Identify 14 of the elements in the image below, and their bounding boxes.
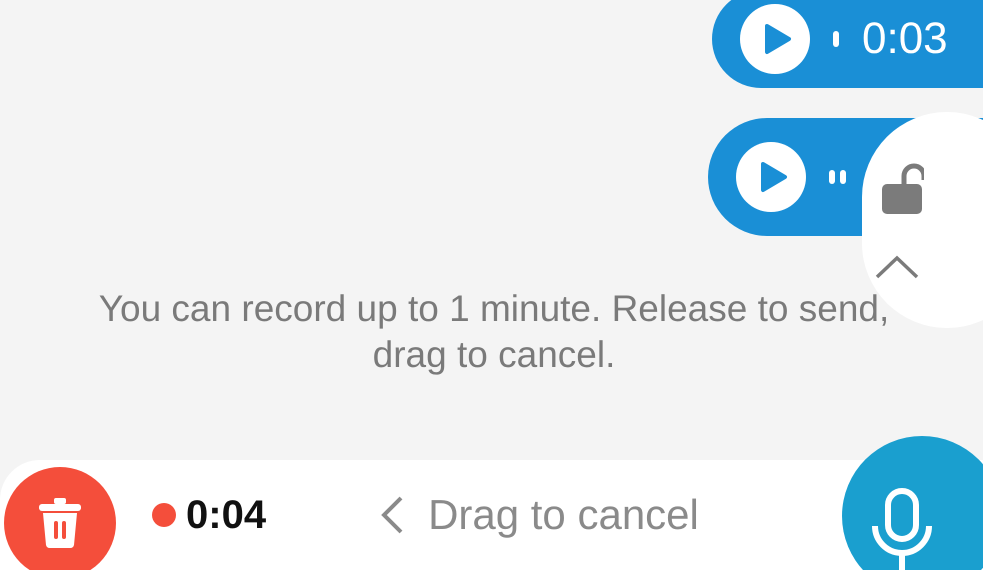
waveform-icon <box>828 169 848 185</box>
play-button[interactable] <box>736 142 806 212</box>
hint-text: You can record up to 1 minute. Release to send, drag to cancel. <box>98 287 890 377</box>
drag-to-cancel-text: Drag to cancel <box>428 494 699 536</box>
microphone-icon <box>870 488 934 570</box>
chevron-left-icon <box>380 495 404 535</box>
recording-timer: 0:04 <box>186 495 266 535</box>
duration-text: 0:03 <box>862 17 948 61</box>
recording-dot-icon <box>152 503 176 527</box>
trash-icon <box>37 497 83 549</box>
waveform-icon <box>832 30 840 48</box>
chevron-up-icon <box>874 254 920 280</box>
unlocked-padlock-icon <box>880 162 924 216</box>
play-button[interactable] <box>740 4 810 74</box>
